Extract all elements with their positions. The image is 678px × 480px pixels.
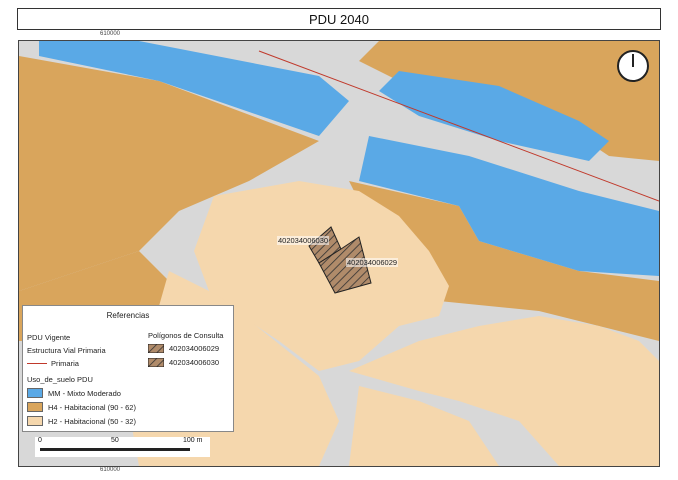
legend-consulta-2: 402034006030 [148,358,219,367]
scale-bar: 0 50 100 m [35,437,210,457]
legend-panel: Referencias PDU Vigente Estructura Vial … [22,305,234,432]
legend-consulta-1-label: 402034006029 [169,344,220,353]
h2-swatch [27,416,43,426]
legend-pdu-vigente: PDU Vigente [27,333,71,342]
legend-uso-title: Uso_de_suelo PDU [27,375,93,384]
h4-swatch [27,402,43,412]
legend-consulta-title: Polígonos de Consulta [148,331,224,340]
map-title: PDU 2040 [17,8,661,30]
legend-primaria-label: Primaria [51,359,79,368]
primaria-line-swatch [27,363,47,364]
legend-consulta-2-label: 402034006030 [169,358,220,367]
coord-top: 610000 [100,31,121,37]
parcel-label-402034006029: 402034006029 [346,258,399,267]
parcel-label-402034006030: 402034006030 [277,236,330,245]
scale-tick-50: 50 [111,437,119,444]
legend-uso-mm-label: MM - Mixto Moderado [48,388,121,398]
hatch-icon [148,358,164,367]
legend-uso-h4: H4 - Habitacional (90 - 62) [27,402,136,412]
legend-title: Referencias [106,311,150,320]
scale-tick-0: 0 [38,437,42,444]
scale-tick-100: 100 m [183,437,203,444]
north-arrow-icon [617,50,649,82]
legend-primaria-row: Primaria [27,359,79,368]
legend-uso-h2-label: H2 - Habitacional (50 - 32) [48,416,136,426]
coord-bottom: 610000 [100,467,121,473]
legend-consulta-1: 402034006029 [148,344,219,353]
legend-estructura-vial: Estructura Vial Primaria [27,346,106,355]
legend-uso-h2: H2 - Habitacional (50 - 32) [27,416,136,426]
scale-line [40,448,190,451]
legend-uso-mm: MM - Mixto Moderado [27,388,121,398]
mm-swatch [27,388,43,398]
legend-uso-h4-label: H4 - Habitacional (90 - 62) [48,402,136,412]
hatch-icon [148,344,164,353]
